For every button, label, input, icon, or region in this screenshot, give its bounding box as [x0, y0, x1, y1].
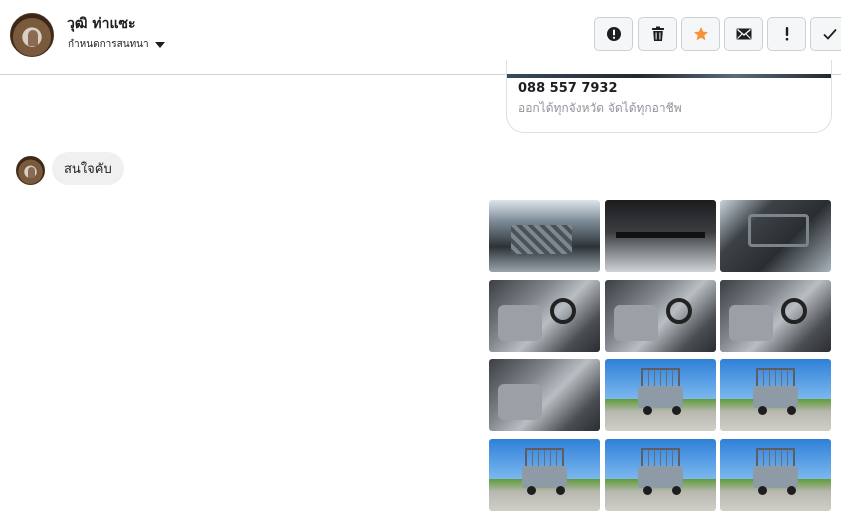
door-trim [747, 214, 809, 247]
wheel [671, 406, 681, 416]
spam-button[interactable] [767, 17, 806, 51]
incoming-message-bubble[interactable]: สนใจคับ [52, 152, 124, 185]
truck [638, 466, 683, 488]
photo-undercarriage[interactable] [605, 200, 716, 272]
mark-done-button[interactable] [810, 17, 841, 51]
card-description: ออกได้ทุกจังหวัด จัดได้ทุกอาชีพ [518, 101, 682, 115]
photo-interior-gearshift[interactable] [489, 359, 600, 431]
wheel [526, 486, 536, 496]
business-card-bubble[interactable]: 088 557 7932 ออกได้ทุกจังหวัด จัดได้ทุกอ… [506, 60, 832, 133]
chassis-beam [616, 232, 705, 239]
photo-interior-dashboard[interactable] [720, 280, 831, 352]
engine-block [511, 225, 573, 254]
truck [638, 386, 683, 408]
caret-down-icon [154, 41, 165, 48]
check-icon [823, 28, 837, 40]
wheel [642, 406, 652, 416]
sender-avatar[interactable] [16, 156, 45, 185]
wheel [786, 406, 796, 416]
trash-icon [651, 26, 664, 41]
seat [728, 305, 774, 342]
seat [497, 305, 543, 342]
wheel [757, 486, 767, 496]
report-button[interactable] [594, 17, 633, 51]
photo-truck-front[interactable] [605, 439, 716, 511]
photo-truck-rear-2[interactable] [720, 439, 831, 511]
truck [753, 466, 798, 488]
seat [497, 384, 543, 421]
photo-interior-passenger[interactable] [605, 280, 716, 352]
delete-button[interactable] [638, 17, 677, 51]
star-icon [693, 27, 708, 41]
star-button[interactable] [681, 17, 720, 51]
conversation-status-dropdown[interactable]: กำหนดการสนทนา [68, 37, 165, 52]
truck [522, 466, 567, 488]
wheel [555, 486, 565, 496]
photo-truck-side-left[interactable] [489, 439, 600, 511]
photo-truck-rear[interactable] [720, 359, 831, 431]
seat [613, 305, 659, 342]
messenger-conversation: วุฒิ ท่าแซะ กำหนดการสนทนา 088 557 7932 อ… [0, 0, 841, 515]
wheel [642, 486, 652, 496]
wheel [671, 486, 681, 496]
exclamation-icon [785, 27, 788, 41]
photo-engine-bay[interactable] [489, 200, 600, 272]
contact-name[interactable]: วุฒิ ท่าแซะ [67, 13, 136, 35]
wheel [786, 486, 796, 496]
steering-wheel [666, 298, 693, 324]
steering-wheel [781, 298, 808, 324]
photo-door-panel[interactable] [720, 200, 831, 272]
contact-avatar[interactable] [10, 13, 54, 57]
envelope-icon [736, 28, 751, 40]
photo-truck-rear-left[interactable] [605, 359, 716, 431]
steering-wheel [550, 298, 577, 324]
card-image [507, 74, 831, 78]
photo-interior-driver[interactable] [489, 280, 600, 352]
card-phone-number: 088 557 7932 [518, 81, 618, 96]
avatar-figure [28, 30, 38, 46]
truck [753, 386, 798, 408]
mark-unread-button[interactable] [724, 17, 763, 51]
avatar-figure [28, 167, 35, 178]
wheel [757, 406, 767, 416]
conversation-status-label: กำหนดการสนทนา [68, 39, 149, 50]
exclamation-circle-icon [606, 27, 621, 41]
